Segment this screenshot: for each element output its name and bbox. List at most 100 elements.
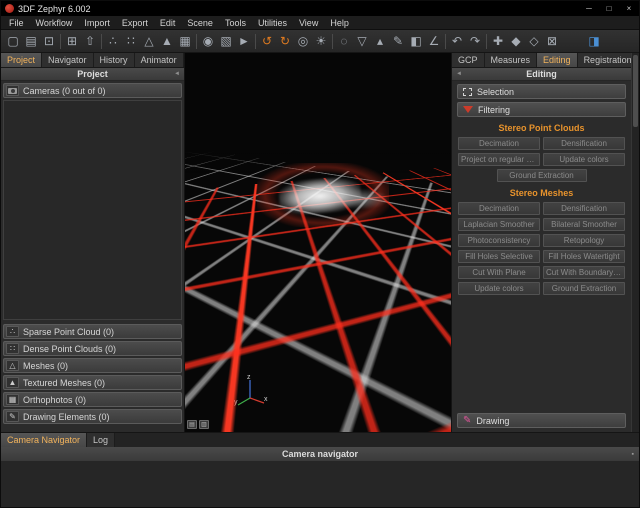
project-panel-header: Project ◄: [1, 68, 184, 81]
filtering-button[interactable]: Filtering: [457, 102, 626, 117]
window-controls: ─ □ ×: [579, 1, 639, 16]
rotate-cw-icon[interactable]: ↻: [276, 32, 294, 51]
polygon-select-icon[interactable]: ▽: [353, 32, 371, 51]
mesh-densification-button[interactable]: Densification: [543, 202, 625, 215]
pc-update-colors-button[interactable]: Update colors: [543, 153, 625, 166]
undo-icon[interactable]: ↶: [448, 32, 466, 51]
redo-icon[interactable]: ↷: [466, 32, 484, 51]
laplacian-smoother-button[interactable]: Laplacian Smoother: [458, 218, 540, 231]
tab-project[interactable]: Project: [1, 53, 42, 67]
grid-tool-icon[interactable]: ⊠: [543, 32, 561, 51]
video-icon[interactable]: ►: [235, 32, 253, 51]
tab-registration[interactable]: Registration: [578, 53, 639, 67]
pc-decimation-button[interactable]: Decimation: [458, 137, 540, 150]
export-data-icon[interactable]: ⇧: [81, 32, 99, 51]
tab-camera-navigator[interactable]: Camera Navigator: [1, 433, 87, 447]
rotate-tool-icon[interactable]: ◆: [507, 32, 525, 51]
axis-gizmo[interactable]: z y x: [233, 373, 269, 411]
tab-log[interactable]: Log: [87, 433, 115, 447]
right-panel-scrollbar[interactable]: [631, 53, 639, 432]
panel-collapse-icon[interactable]: ◄: [456, 71, 462, 77]
menu-tools[interactable]: Tools: [219, 16, 252, 29]
fill-holes-watertight-button[interactable]: Fill Holes Watertight: [543, 250, 625, 263]
lighting-icon[interactable]: ☀: [312, 32, 330, 51]
drawing-elements-item[interactable]: ✎ Drawing Elements (0): [3, 409, 182, 424]
dense-point-clouds-item[interactable]: ∷ Dense Point Clouds (0): [3, 341, 182, 356]
menu-import[interactable]: Import: [78, 16, 116, 29]
left-panel-tabs: Project Navigator History Animator ◄: [1, 53, 184, 68]
panel-collapse-icon[interactable]: ◄: [174, 71, 180, 77]
tab-gcp[interactable]: GCP: [452, 53, 485, 67]
ruler-icon[interactable]: ∠: [425, 32, 443, 51]
orthophotos-item[interactable]: ▦ Orthophotos (0): [3, 392, 182, 407]
tab-animator[interactable]: Animator: [135, 53, 184, 67]
camera-icon[interactable]: ◉: [199, 32, 217, 51]
mesh-update-colors-button[interactable]: Update colors: [458, 282, 540, 295]
menu-edit[interactable]: Edit: [154, 16, 182, 29]
tab-measures[interactable]: Measures: [485, 53, 538, 67]
maximize-button[interactable]: □: [599, 1, 619, 16]
selection-label: Selection: [477, 87, 514, 97]
tab-editing[interactable]: Editing: [537, 53, 578, 67]
textured-meshes-item[interactable]: ▲ Textured Meshes (0): [3, 375, 182, 390]
scrollbar-thumb[interactable]: [633, 55, 638, 127]
screenshot-icon[interactable]: ▧: [217, 32, 235, 51]
menu-utilities[interactable]: Utilities: [252, 16, 293, 29]
move-tool-icon[interactable]: ✚: [489, 32, 507, 51]
mesh-extraction-icon[interactable]: △: [140, 32, 158, 51]
minimize-button[interactable]: ─: [579, 1, 599, 16]
import-pictures-icon[interactable]: ⊞: [63, 32, 81, 51]
cut-with-boundary-box-button[interactable]: Cut With Boundary Box: [543, 266, 625, 279]
right-panel-tabs: GCP Measures Editing Registration: [452, 53, 631, 68]
triangle-select-icon[interactable]: ▴: [371, 32, 389, 51]
sparse-point-cloud-item[interactable]: ∴ Sparse Point Cloud (0): [3, 324, 182, 339]
bilateral-smoother-button[interactable]: Bilateral Smoother: [543, 218, 625, 231]
axis-z-label: z: [247, 374, 251, 381]
mesh-ground-extraction-button[interactable]: Ground Extraction: [543, 282, 625, 295]
orbit-icon[interactable]: ◎: [294, 32, 312, 51]
menu-workflow[interactable]: Workflow: [30, 16, 79, 29]
mesh-decimation-button[interactable]: Decimation: [458, 202, 540, 215]
drawing-button[interactable]: ✎ Drawing: [457, 413, 626, 428]
meshes-item[interactable]: △ Meshes (0): [3, 358, 182, 373]
pc-densification-button[interactable]: Densification: [543, 137, 625, 150]
photoconsistency-button[interactable]: Photoconsistency: [458, 234, 540, 247]
open-project-icon[interactable]: ▤: [22, 32, 40, 51]
menu-scene[interactable]: Scene: [181, 16, 219, 29]
project-tree[interactable]: [3, 100, 182, 320]
menu-bar: File Workflow Import Export Edit Scene T…: [1, 16, 639, 30]
grid-toggle-button[interactable]: ▥: [199, 420, 209, 429]
pc-ground-extraction-button[interactable]: Ground Extraction: [497, 169, 587, 182]
3d-mouse-icon[interactable]: ◨: [585, 32, 603, 51]
textured-mesh-icon[interactable]: ▲: [158, 32, 176, 51]
stereo-meshes-buttons: Decimation Densification Laplacian Smoot…: [458, 202, 625, 295]
lasso-select-icon[interactable]: ◌: [335, 32, 353, 51]
close-button[interactable]: ×: [619, 1, 639, 16]
menu-view[interactable]: View: [293, 16, 324, 29]
cut-with-plane-button[interactable]: Cut With Plane: [458, 266, 540, 279]
orthophoto-icon: ▦: [6, 394, 19, 405]
scale-tool-icon[interactable]: ◇: [525, 32, 543, 51]
fill-holes-selective-button[interactable]: Fill Holes Selective: [458, 250, 540, 263]
menu-help[interactable]: Help: [324, 16, 355, 29]
new-project-icon[interactable]: ▢: [4, 32, 22, 51]
draw-pen-icon[interactable]: ✎: [389, 32, 407, 51]
pc-project-on-regular-grid-button[interactable]: Project on regular grid: [458, 153, 540, 166]
tab-history[interactable]: History: [94, 53, 135, 67]
menu-file[interactable]: File: [3, 16, 30, 29]
fit-view-button[interactable]: ▤: [187, 420, 197, 429]
retopology-button[interactable]: Retopology: [543, 234, 625, 247]
menu-export[interactable]: Export: [116, 16, 154, 29]
toolbar-separator: [196, 34, 197, 49]
3d-viewport[interactable]: z y x ▤ ▥: [185, 53, 451, 432]
orthophoto-icon[interactable]: ▦: [176, 32, 194, 51]
cameras-item[interactable]: Cameras (0 out of 0): [3, 83, 182, 98]
sparse-point-cloud-icon[interactable]: ∴: [104, 32, 122, 51]
dock-icon[interactable]: ▪: [632, 451, 634, 458]
tab-navigator[interactable]: Navigator: [42, 53, 94, 67]
save-project-icon[interactable]: ⊡: [40, 32, 58, 51]
rotate-ccw-icon[interactable]: ↺: [258, 32, 276, 51]
dense-point-cloud-icon[interactable]: ∷: [122, 32, 140, 51]
eraser-icon[interactable]: ◧: [407, 32, 425, 51]
selection-button[interactable]: Selection: [457, 84, 626, 99]
